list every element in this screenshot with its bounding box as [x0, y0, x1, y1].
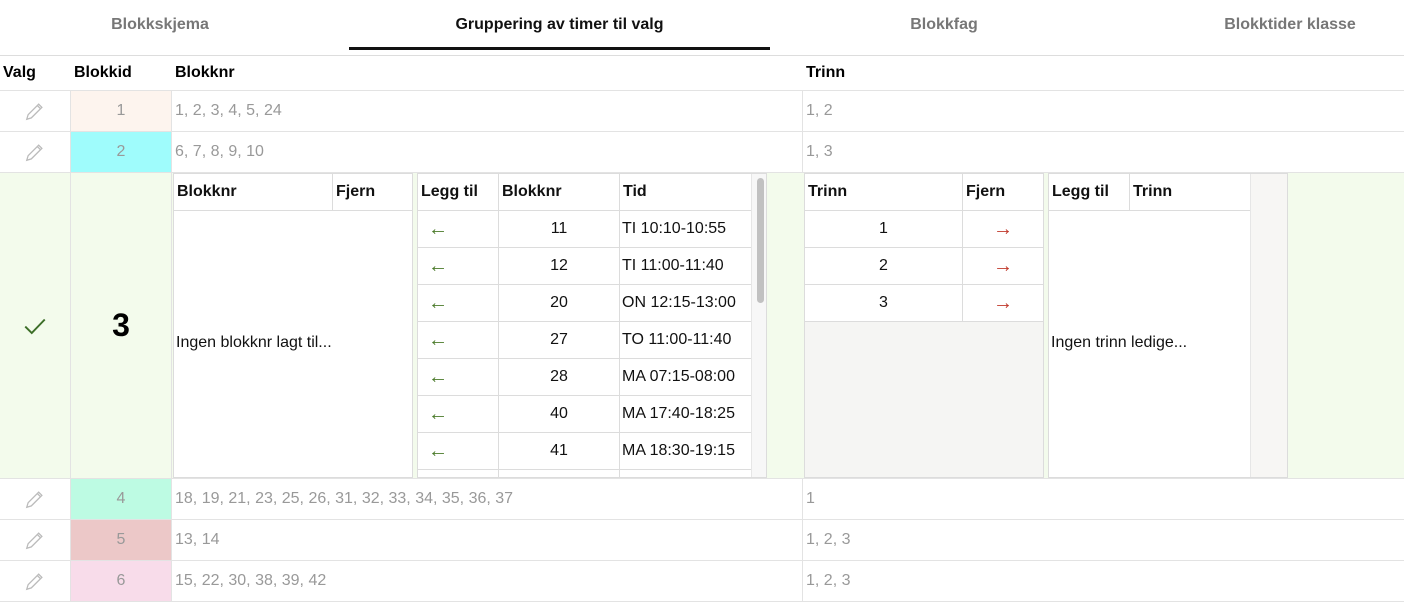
header-valg: Valg [3, 64, 36, 81]
blokkid-cell: 2 [71, 132, 172, 172]
available-row[interactable]: ← 11 TI 10:10-10:55 [418, 211, 752, 248]
arrow-left-icon[interactable]: ← [418, 433, 499, 469]
arrow-left-icon[interactable]: ← [418, 285, 499, 321]
trinn-row[interactable]: 1 → [805, 211, 1043, 248]
blokknr-value: 20 [499, 285, 620, 321]
arrow-left-icon[interactable]: ← [418, 211, 499, 247]
edit-button[interactable] [0, 561, 71, 601]
trinn-cell: 1, 3 [806, 143, 833, 160]
header-blokknr: Blokknr [499, 174, 620, 210]
blokkid-cell: 1 [71, 91, 172, 131]
scrollbar[interactable] [751, 174, 766, 477]
tab-blokkskjema[interactable]: Blokkskjema [0, 0, 320, 50]
available-trinn-table: Legg til Trinn Ingen trinn ledige... [1048, 173, 1288, 478]
header-legg-til: Legg til [1049, 174, 1130, 210]
edit-button[interactable] [0, 520, 71, 560]
table-row[interactable]: 6 15, 22, 30, 38, 39, 42 1, 2, 3 [0, 561, 1404, 602]
available-row[interactable]: ← 20 ON 12:15-13:00 [418, 285, 752, 322]
pencil-icon [25, 532, 43, 550]
tab-blokkfag[interactable]: Blokkfag [770, 0, 1118, 50]
available-row[interactable]: ← 40 MA 17:40-18:25 [418, 396, 752, 433]
trinn-value: 1 [805, 211, 963, 247]
available-blokknr-table: Legg til Blokknr Tid ← 11 TI 10:10-10:55… [417, 173, 767, 478]
available-row[interactable]: ← 41 MA 18:30-19:15 [418, 433, 752, 470]
pencil-icon [25, 144, 43, 162]
header-trinn: Trinn [1133, 183, 1173, 200]
available-row[interactable]: ← 12 TI 11:00-11:40 [418, 248, 752, 285]
header-fjern: Fjern [336, 183, 376, 200]
arrow-left-icon[interactable]: ← [418, 322, 499, 358]
header-blokkid: Blokkid [74, 64, 132, 81]
trinn-value: 2 [805, 248, 963, 284]
checkmark-icon [24, 318, 46, 334]
pencil-icon [25, 573, 43, 591]
blokknr-cell: 18, 19, 21, 23, 25, 26, 31, 32, 33, 34, … [172, 479, 803, 519]
tid-value: MA 18:30-19:15 [622, 442, 735, 459]
edit-button[interactable] [0, 91, 71, 131]
tid-value: TO 11:00-11:40 [622, 331, 732, 348]
available-row[interactable]: ← 28 MA 07:15-08:00 [418, 359, 752, 396]
tid-value: TI 11:00-11:40 [622, 257, 724, 274]
blokknr-value: 28 [499, 359, 620, 395]
tid-value: MA 17:40-18:25 [622, 405, 735, 422]
edit-button[interactable] [0, 479, 71, 519]
trinn-cell: 1, 2 [806, 102, 833, 119]
blokkid-cell: 6 [71, 561, 172, 601]
blokkid-cell: 4 [71, 479, 172, 519]
pencil-icon [25, 491, 43, 509]
arrow-right-icon[interactable]: → [963, 248, 1043, 284]
blokknr-cell: 6, 7, 8, 9, 10 [172, 132, 803, 172]
expanded-row: 3 Blokknr Fjern Ingen blokknr lagt til..… [0, 173, 1404, 479]
pencil-icon [25, 103, 43, 121]
arrow-left-icon[interactable]: ← [418, 396, 499, 432]
trinn-value: 3 [805, 285, 963, 321]
trinn-cell: 1 [806, 490, 815, 507]
header-trinn: Trinn [805, 174, 963, 210]
empty-message: Ingen blokknr lagt til... [176, 334, 332, 351]
tid-value: ON 12:15-13:00 [622, 294, 736, 311]
blokknr-value: 41 [499, 433, 620, 469]
available-row-partial [418, 470, 752, 477]
header-blokknr: Blokknr [174, 174, 333, 210]
header-legg-til: Legg til [418, 174, 499, 210]
blokknr-cell: 15, 22, 30, 38, 39, 42 [172, 561, 803, 601]
expanded-blokkid: 3 [71, 173, 172, 478]
arrow-right-icon[interactable]: → [963, 211, 1043, 247]
trinn-row[interactable]: 3 → [805, 285, 1043, 322]
tab-bar: Blokkskjema Gruppering av timer til valg… [0, 0, 1404, 56]
header-blokknr: Blokknr [175, 64, 235, 81]
selected-blokknr-table: Blokknr Fjern Ingen blokknr lagt til... [173, 173, 413, 478]
confirm-button[interactable] [0, 173, 71, 478]
tid-value: MA 07:15-08:00 [622, 368, 735, 385]
blokknr-cell: 13, 14 [172, 520, 803, 560]
blokknr-value: 40 [499, 396, 620, 432]
blokkid-cell: 5 [71, 520, 172, 560]
trinn-cell: 1, 2, 3 [806, 572, 851, 589]
table-row[interactable]: 5 13, 14 1, 2, 3 [0, 520, 1404, 561]
scrollbar-thumb[interactable] [757, 178, 764, 303]
tab-blokktider-klasse[interactable]: Blokktider klasse [1150, 0, 1404, 50]
arrow-right-icon[interactable]: → [963, 285, 1043, 321]
table-row[interactable]: 4 18, 19, 21, 23, 25, 26, 31, 32, 33, 34… [0, 479, 1404, 520]
table-row[interactable]: 1 1, 2, 3, 4, 5, 24 1, 2 [0, 91, 1404, 132]
trinn-cell: 1, 2, 3 [806, 531, 851, 548]
blokknr-value: 27 [499, 322, 620, 358]
header-trinn: Trinn [806, 64, 846, 81]
table-row[interactable]: 2 6, 7, 8, 9, 10 1, 3 [0, 132, 1404, 173]
tid-value: TI 10:10-10:55 [622, 220, 727, 237]
arrow-left-icon[interactable]: ← [418, 248, 499, 284]
arrow-left-icon[interactable]: ← [418, 359, 499, 395]
selected-trinn-table: Trinn Fjern 1 → 2 → 3 → [804, 173, 1044, 478]
edit-button[interactable] [0, 132, 71, 172]
tab-gruppering[interactable]: Gruppering av timer til valg [349, 0, 770, 50]
empty-message: Ingen trinn ledige... [1051, 334, 1188, 351]
trinn-row[interactable]: 2 → [805, 248, 1043, 285]
blokknr-value: 12 [499, 248, 620, 284]
blokknr-value: 11 [499, 211, 620, 247]
blokknr-cell: 1, 2, 3, 4, 5, 24 [172, 91, 803, 131]
available-row[interactable]: ← 27 TO 11:00-11:40 [418, 322, 752, 359]
header-tid: Tid [623, 183, 647, 200]
header-fjern: Fjern [966, 183, 1006, 200]
